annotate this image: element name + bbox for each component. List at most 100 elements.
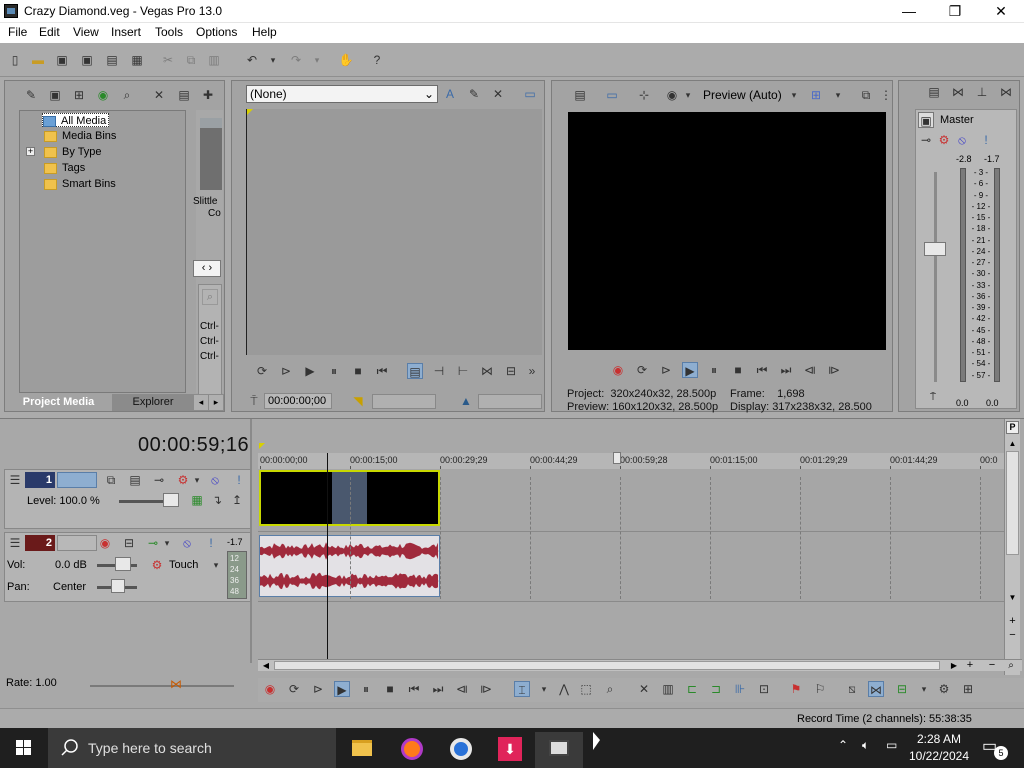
- insert-marker-icon[interactable]: ⚑: [788, 681, 804, 697]
- auto-crossfade-icon[interactable]: ⋈: [868, 681, 884, 697]
- chevron-down-icon[interactable]: ▾: [536, 681, 552, 697]
- chevron-down-icon[interactable]: ▾: [830, 87, 846, 103]
- zoom-in-vertical-icon[interactable]: +: [1006, 615, 1019, 628]
- master-fader-handle[interactable]: [924, 242, 946, 256]
- track-minimize-icon[interactable]: ☰: [7, 535, 23, 551]
- tree-item-tags[interactable]: Tags: [44, 161, 85, 175]
- stop-icon[interactable]: ■: [350, 363, 366, 379]
- show-hidden-icons-icon[interactable]: ⌃: [838, 738, 848, 752]
- arm-for-record-icon[interactable]: ◉: [97, 535, 113, 551]
- track-motion-icon[interactable]: ⧉: [103, 472, 119, 488]
- snapping-icon[interactable]: ⧅: [844, 681, 860, 697]
- trim-icon[interactable]: ▥: [660, 681, 676, 697]
- save-icon[interactable]: ▣: [53, 51, 71, 69]
- undo-icon[interactable]: ↶: [243, 51, 261, 69]
- zoom-icon[interactable]: ⌕: [202, 289, 218, 305]
- trimmer-selection-icon[interactable]: ▤: [407, 363, 423, 379]
- mixer-properties-icon[interactable]: ▤: [926, 84, 942, 100]
- record-icon[interactable]: ◉: [262, 681, 278, 697]
- timeline-vertical-scrollbar[interactable]: P ▲ ▼ + −: [1004, 419, 1020, 675]
- scroll-left-icon[interactable]: ◀: [260, 660, 272, 671]
- tree-item-all-media[interactable]: All Media: [42, 113, 110, 127]
- timeline-horizontal-scrollbar[interactable]: ◀ ▶ + − ⌕: [258, 659, 1022, 671]
- loop-icon[interactable]: ⟳: [634, 362, 650, 378]
- trimmer-clear-icon[interactable]: ✕: [490, 86, 506, 102]
- menu-insert[interactable]: Insert: [111, 25, 141, 39]
- chevron-down-icon[interactable]: ▾: [208, 557, 224, 573]
- next-frame-icon[interactable]: ⏭: [778, 362, 794, 378]
- compositing-mode-icon[interactable]: ⊸: [151, 472, 167, 488]
- capture-video-icon[interactable]: ▣: [47, 87, 63, 103]
- network-icon[interactable]: ▭: [886, 738, 897, 752]
- insert-region-icon[interactable]: ⚐: [812, 681, 828, 697]
- trim-end-icon[interactable]: ⊐: [708, 681, 724, 697]
- pause-icon[interactable]: ⏸: [706, 362, 722, 378]
- audio-track-header[interactable]: ☰ 2 ◉ ⊟ ⊸ ▾ ⦸ ! -1.7 Vol: 0.0 dB ⚙ Touch…: [4, 532, 251, 602]
- menu-tools[interactable]: Tools: [155, 25, 183, 39]
- loop-icon[interactable]: ⟳: [254, 363, 270, 379]
- undo-dropdown-icon[interactable]: ▾: [264, 51, 282, 69]
- volume-icon[interactable]: 🔈︎: [862, 738, 869, 753]
- zoom-out-vertical-icon[interactable]: −: [1006, 629, 1019, 642]
- new-project-icon[interactable]: ▯: [6, 51, 24, 69]
- split-icon[interactable]: ⊪: [732, 681, 748, 697]
- automation-mode[interactable]: Touch: [169, 559, 198, 571]
- more-controls-icon[interactable]: »: [524, 363, 540, 379]
- menu-view[interactable]: View: [73, 25, 99, 39]
- pan-slider-handle[interactable]: [111, 579, 125, 593]
- solo-icon[interactable]: !: [231, 472, 247, 488]
- go-to-start-icon[interactable]: ⏮: [406, 681, 422, 697]
- copy-snapshot-icon[interactable]: ⧉: [858, 87, 874, 103]
- add-bin-icon[interactable]: ✚: [200, 87, 216, 103]
- zoom-out-horizontal-icon[interactable]: −: [986, 660, 998, 671]
- trimmer-add-icon[interactable]: ⊣: [431, 363, 447, 379]
- generated-media-icon[interactable]: ▦: [189, 492, 205, 508]
- clock-time[interactable]: 2:28 AM: [908, 732, 970, 746]
- solo-icon[interactable]: !: [978, 132, 994, 148]
- play-from-start-icon[interactable]: ⊳: [278, 363, 294, 379]
- make-compositing-parent-icon[interactable]: ↥: [229, 492, 245, 508]
- play-icon[interactable]: ▶: [334, 681, 350, 697]
- panel-menu-icon[interactable]: ⋮: [878, 87, 894, 103]
- trimmer-overwrite-icon[interactable]: ⋈: [479, 363, 495, 379]
- auto-ripple-icon[interactable]: ✋: [337, 51, 355, 69]
- downloader-app-icon[interactable]: ⬇: [486, 732, 534, 768]
- tree-item-media-bins[interactable]: Media Bins: [44, 129, 116, 143]
- taskbar-search-box[interactable]: Type here to search: [48, 728, 336, 768]
- whats-this-help-icon[interactable]: ?: [368, 51, 386, 69]
- preview-properties-icon[interactable]: ▤: [572, 87, 588, 103]
- vol-slider-handle[interactable]: [115, 557, 131, 571]
- zoom-in-horizontal-icon[interactable]: +: [964, 660, 976, 671]
- invert-phase-icon[interactable]: ⊟: [121, 535, 137, 551]
- tab-scroll-left-icon[interactable]: ◂: [194, 395, 208, 410]
- external-monitor-icon[interactable]: ▭: [604, 87, 620, 103]
- dim-output-icon[interactable]: ⊥: [974, 84, 990, 100]
- track-name-field[interactable]: [57, 472, 97, 488]
- selection-edit-tool-icon[interactable]: ⬚: [578, 681, 594, 697]
- tab-project-media[interactable]: Project Media: [5, 394, 112, 411]
- redo-dropdown-icon[interactable]: ▾: [308, 51, 326, 69]
- tree-item-by-type[interactable]: By Type: [44, 145, 102, 159]
- scroll-down-icon[interactable]: ▼: [1006, 591, 1019, 604]
- vegas-pro-taskbar-icon[interactable]: [535, 732, 583, 768]
- lock-icon[interactable]: ⊡: [756, 681, 772, 697]
- stop-icon[interactable]: ■: [382, 681, 398, 697]
- trimmer-insert-icon[interactable]: ⊢: [455, 363, 471, 379]
- go-to-end-icon[interactable]: ⏭: [430, 681, 446, 697]
- start-button[interactable]: [0, 728, 48, 768]
- delete-icon[interactable]: ✕: [636, 681, 652, 697]
- rate-slider-handle[interactable]: ⋈: [164, 677, 188, 697]
- chrome-icon[interactable]: [437, 732, 485, 768]
- loop-playback-icon[interactable]: ⟳: [286, 681, 302, 697]
- minimize-button[interactable]: —: [886, 0, 932, 23]
- overlays-icon[interactable]: ⊞: [808, 87, 824, 103]
- trimmer-timecode[interactable]: 00:00:00;00: [264, 393, 332, 409]
- previous-frame-icon[interactable]: ⧏: [454, 681, 470, 697]
- record-icon[interactable]: ◉: [610, 362, 626, 378]
- preview-quality-icon[interactable]: ◉: [664, 87, 680, 103]
- scroll-up-icon[interactable]: ▲: [1006, 437, 1019, 450]
- automation-icon[interactable]: ⚙: [149, 557, 165, 573]
- level-slider-handle[interactable]: [163, 493, 179, 507]
- trimmer-display-area[interactable]: [246, 109, 542, 355]
- properties-icon[interactable]: ▦: [128, 51, 146, 69]
